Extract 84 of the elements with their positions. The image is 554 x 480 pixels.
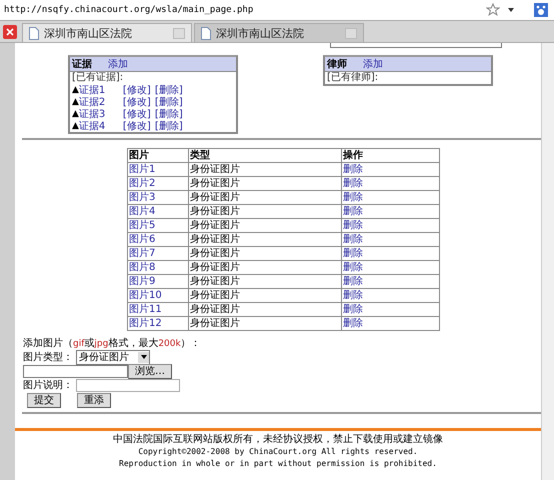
delete-link[interactable]: 删除 [342,218,440,232]
table-cell: 身份证图片 [188,162,342,176]
paw-icon[interactable] [534,3,548,17]
file-input[interactable] [23,364,128,378]
field-label: 图片类型： [23,350,73,364]
table-cell: 身份证图片 [188,288,342,302]
delete-link[interactable]: 删除 [342,302,440,316]
add-link[interactable]: 添加 [363,57,383,71]
delete-link[interactable]: 删除 [342,176,440,190]
evidence-link[interactable]: 证据3 [78,107,123,121]
footer-text: Copyright©2002-2008 by ChinaCourt.org All rights reserved. [138,446,418,458]
panel-title: 证据 [72,58,92,71]
edit-link[interactable]: [修改] [122,119,155,133]
evidence-link[interactable]: 证据1 [78,83,123,97]
table-cell: 身份证图片 [188,190,342,204]
reset-button[interactable]: 重添 [77,392,111,408]
address-bar[interactable]: http://nsqfy.chinacourt.org/wsla/main_page.php [0,0,554,21]
triangle-icon: ▲ [72,121,79,131]
delete-link[interactable]: 删除 [342,246,440,260]
image-link[interactable]: 图片12 [128,316,188,330]
image-link[interactable]: 图片9 [128,274,188,288]
delete-link[interactable]: 删除 [342,204,440,218]
browser-tab[interactable]: 深圳市南山区法院 [194,23,364,42]
table-cell: 身份证图片 [188,274,342,288]
footer-text: Reproduction in whole or in part without permission is prohibited. [119,458,437,470]
panel-title: 律师 [327,58,347,71]
table-cell: 身份证图片 [188,204,342,218]
delete-link[interactable]: 删除 [342,232,440,246]
image-link[interactable]: 图片2 [128,176,188,190]
delete-link[interactable]: 删除 [342,260,440,274]
image-link[interactable]: 图片4 [128,204,188,218]
image-link[interactable]: 图片8 [128,260,188,274]
table-cell: 身份证图片 [188,302,342,316]
edit-link[interactable]: [修改] [122,83,155,97]
upload-heading: 添加图片（gif或jpg格式，最大200k）： [23,337,202,350]
field-label: 图片说明： [23,378,73,392]
existing-label: [已有证据]: [71,72,124,84]
triangle-icon: ▲ [72,97,79,107]
existing-label: [已有律师]: [326,72,380,84]
column-header: 图片 [128,148,188,162]
image-link[interactable]: 图片6 [128,232,188,246]
star-icon[interactable] [486,3,500,17]
add-link[interactable]: 添加 [108,57,128,71]
table-cell: 身份证图片 [188,218,342,232]
close-icon[interactable] [3,24,17,38]
table-cell: 身份证图片 [188,260,342,274]
triangle-icon: ▲ [72,109,79,119]
edit-link[interactable]: [修改] [122,107,155,121]
delete-link[interactable]: 删除 [342,288,440,302]
table-cell: 身份证图片 [188,176,342,190]
delete-link[interactable]: 删除 [342,274,440,288]
delete-link[interactable]: 删除 [342,162,440,176]
evidence-link[interactable]: 证据2 [78,95,123,109]
triangle-icon: ▲ [72,85,79,95]
description-input[interactable] [76,378,180,392]
url-text[interactable]: http://nsqfy.chinacourt.org/wsla/main_page.php [4,5,478,15]
image-link[interactable]: 图片7 [128,246,188,260]
page-icon [29,26,39,40]
image-link[interactable]: 图片11 [128,302,188,316]
image-link[interactable]: 图片5 [128,218,188,232]
delete-link[interactable]: [删除] [154,95,183,109]
column-header: 操作 [342,148,440,162]
footer-text: 中国法院国际互联网站版权所有，未经协议授权，禁止下载使用或建立镜像 [113,433,443,446]
delete-link[interactable]: 删除 [342,316,440,330]
column-header: 类型 [188,148,342,162]
caret-icon[interactable] [140,355,146,359]
image-link[interactable]: 图片10 [128,288,188,302]
edit-link[interactable]: [修改] [122,95,155,109]
delete-link[interactable]: [删除] [154,83,183,97]
dropdown-icon[interactable] [508,8,514,12]
browse-button[interactable]: 浏览… [128,364,172,378]
delete-link[interactable]: [删除] [154,107,183,121]
table-cell: 身份证图片 [188,232,342,246]
table-cell: 身份证图片 [188,316,342,330]
submit-button[interactable]: 提交 [27,392,61,408]
image-link[interactable]: 图片3 [128,190,188,204]
delete-link[interactable]: [删除] [154,119,183,133]
page-icon [201,26,211,40]
scrollbar[interactable] [541,43,554,480]
evidence-link[interactable]: 证据4 [78,119,123,133]
table-cell: 身份证图片 [188,246,342,260]
browser-tab[interactable]: 深圳市南山区法院 [22,23,192,42]
image-link[interactable]: 图片1 [128,162,188,176]
delete-link[interactable]: 删除 [342,190,440,204]
